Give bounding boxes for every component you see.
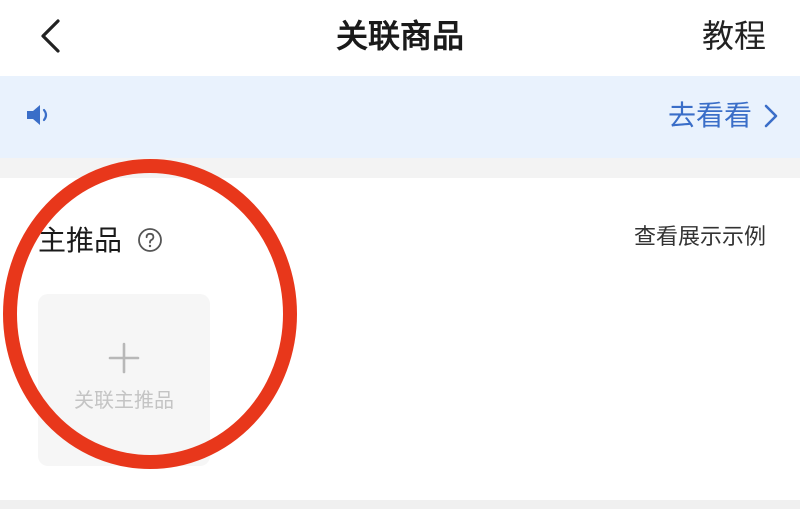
go-see-link[interactable]: 去看看 (668, 96, 780, 136)
question-circle-icon[interactable] (137, 227, 163, 253)
chevron-left-icon (41, 19, 60, 53)
section-title: 主推品 (38, 224, 123, 257)
speaker-icon (27, 105, 48, 125)
add-main-product-label: 关联主推品 (74, 388, 174, 412)
main-product-card: 主推品 查看展示示例 关联主推品 (0, 178, 800, 500)
bottom-divider (0, 500, 800, 509)
section-divider (0, 158, 800, 178)
go-see-label: 去看看 (667, 99, 752, 132)
page-title: 关联商品 (335, 17, 464, 55)
view-example-link[interactable]: 查看展示示例 (634, 220, 766, 256)
notice-banner[interactable]: 去看看 (0, 76, 800, 158)
plus-icon (108, 342, 140, 374)
back-button[interactable] (28, 14, 72, 58)
tutorial-link[interactable]: 教程 (702, 14, 766, 58)
nav-header: 关联商品 教程 (0, 0, 800, 76)
page: 关联商品 教程 去看看 主推品 查看展示示例 关联主推品 (0, 0, 800, 509)
chevron-right-icon (764, 104, 778, 128)
add-main-product-button[interactable]: 关联主推品 (38, 294, 210, 466)
